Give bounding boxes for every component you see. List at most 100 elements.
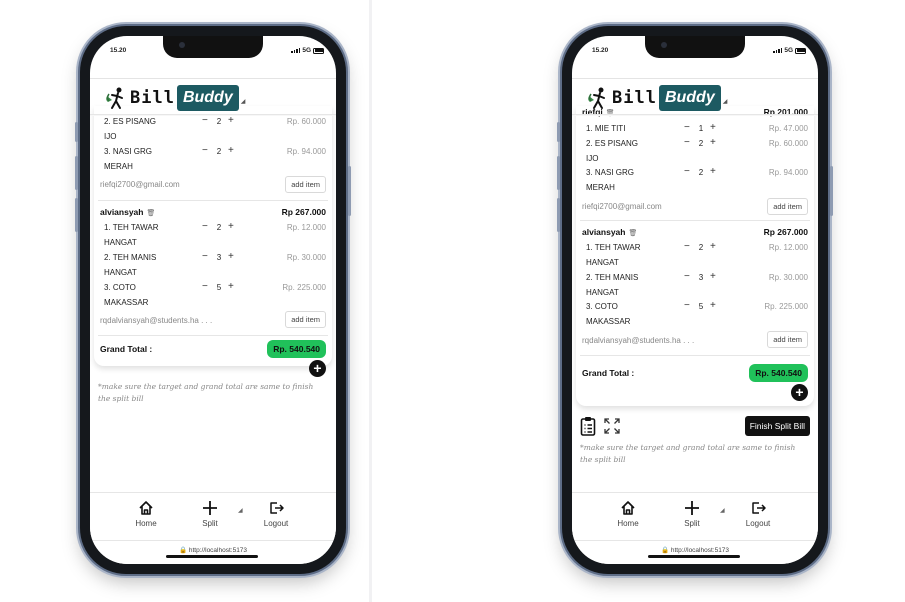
battery-icon: [795, 47, 806, 54]
finish-split-bill-button[interactable]: Finish Split Bill: [744, 416, 810, 436]
plus-icon[interactable]: +: [710, 240, 716, 254]
plus-icon[interactable]: +: [228, 250, 234, 264]
clipboard-icon[interactable]: [580, 416, 598, 436]
item-name: 1. TEH TAWAR HANGAT: [586, 243, 641, 267]
add-person-button[interactable]: +: [791, 384, 808, 401]
status-time: 15.20: [110, 47, 127, 54]
list-item: 2. TEH MANIS HANGAT − 3 + Rp. 30.000: [98, 250, 328, 280]
split-card: riefqi🗑 Rp 201.000 1. MIE TITI − 1 + Rp.…: [576, 106, 814, 406]
nav-logout-label: Logout: [745, 519, 771, 528]
phone-screen-right: 15.20 5G Bill Buddy ◢ riefqi🗑 Rp 201.000…: [572, 36, 818, 564]
nav-split-label: Split: [684, 519, 700, 528]
footer-note: *make sure the target and grand total ar…: [580, 443, 796, 464]
nav-home[interactable]: Home: [603, 500, 653, 528]
minus-icon[interactable]: −: [202, 144, 208, 158]
item-price: Rp. 12.000: [768, 243, 808, 252]
trash-icon[interactable]: 🗑: [146, 210, 155, 217]
nav-home[interactable]: Home: [121, 500, 171, 528]
url-text: http://localhost:5173: [188, 547, 248, 554]
add-person-button[interactable]: +: [309, 360, 326, 377]
signal-icon: [291, 48, 301, 53]
person-name: alviansyah: [100, 207, 144, 217]
app-logo[interactable]: Bill Buddy ◢: [104, 84, 245, 112]
logo-text-bill: Bill: [612, 88, 657, 108]
add-item-button[interactable]: add item: [767, 198, 808, 215]
nav-split-label: Split: [202, 519, 218, 528]
phone-frame-right: 15.20 5G Bill Buddy ◢ riefqi🗑 Rp 201.000…: [557, 26, 833, 574]
plus-icon[interactable]: +: [228, 280, 234, 294]
person-riefqi-partial: 2. ES PISANG IJO − 2 + Rp. 60.000 3. NAS…: [98, 106, 328, 206]
browser-url-bar[interactable]: 🔒 http://localhost:5173: [90, 540, 336, 564]
trash-icon[interactable]: 🗑: [628, 230, 637, 237]
panel-divider: [369, 0, 372, 602]
plus-icon[interactable]: +: [228, 144, 234, 158]
item-name: 3. NASI GRG MERAH: [104, 147, 153, 171]
item-price: Rp. 225.000: [764, 302, 808, 311]
plus-icon[interactable]: +: [228, 114, 234, 128]
expand-icon[interactable]: [604, 416, 622, 436]
minus-icon[interactable]: −: [684, 240, 690, 254]
item-qty: 5: [216, 283, 222, 292]
list-item: 3. NASI GRG MERAH − 2 + Rp. 94.000: [580, 165, 810, 195]
person-email: riefqi2700@gmail.com: [582, 202, 662, 211]
item-name: 3. NASI GRG MERAH: [586, 168, 635, 192]
notch: [645, 36, 745, 58]
logout-icon: [752, 502, 766, 514]
nav-logout[interactable]: Logout: [733, 500, 783, 528]
home-indicator[interactable]: [648, 555, 740, 558]
person-name: alviansyah: [582, 227, 626, 237]
add-item-button[interactable]: add item: [285, 311, 326, 328]
phone-screen-left: 15.20 5G Bill Buddy ◢ 2. ES PISANG IJO −…: [90, 36, 336, 564]
home-indicator[interactable]: [166, 555, 258, 558]
minus-icon[interactable]: −: [684, 299, 690, 313]
item-price: Rp. 60.000: [768, 139, 808, 148]
logo-mark-icon: [104, 86, 126, 110]
logo-tip-icon: ◢: [722, 98, 728, 105]
minus-icon[interactable]: −: [684, 121, 690, 135]
item-qty: 3: [698, 273, 704, 282]
minus-icon[interactable]: −: [684, 270, 690, 284]
plus-icon[interactable]: +: [710, 165, 716, 179]
app-logo[interactable]: Bill Buddy ◢: [586, 84, 727, 112]
add-item-button[interactable]: add item: [285, 176, 326, 193]
battery-icon: [313, 47, 324, 54]
nav-logout[interactable]: Logout: [251, 500, 301, 528]
logo-mark-icon: [586, 86, 608, 110]
plus-icon[interactable]: +: [710, 299, 716, 313]
person-total: Rp 267.000: [281, 207, 326, 217]
cursor-tip-icon: ◢: [720, 508, 725, 514]
list-item: 2. TEH MANIS HANGAT − 3 + Rp. 30.000: [580, 270, 810, 300]
home-icon: [139, 501, 153, 515]
lock-icon: 🔒: [660, 547, 670, 554]
minus-icon[interactable]: −: [202, 220, 208, 234]
item-qty: 2: [698, 139, 704, 148]
grand-total-label: Grand Total :: [100, 344, 153, 354]
grand-total-badge: Rp. 540.540: [749, 364, 808, 382]
add-item-button[interactable]: add item: [767, 331, 808, 348]
item-price: Rp. 60.000: [286, 117, 326, 126]
minus-icon[interactable]: −: [684, 136, 690, 150]
notch: [163, 36, 263, 58]
plus-icon[interactable]: +: [228, 220, 234, 234]
network-label: 5G: [784, 47, 793, 54]
plus-icon[interactable]: +: [710, 136, 716, 150]
minus-icon[interactable]: −: [202, 280, 208, 294]
nav-home-label: Home: [135, 519, 157, 528]
minus-icon[interactable]: −: [202, 114, 208, 128]
item-price: Rp. 94.000: [768, 168, 808, 177]
nav-split[interactable]: Split: [667, 500, 717, 528]
minus-icon[interactable]: −: [684, 165, 690, 179]
logo-tip-icon: ◢: [240, 98, 246, 105]
item-qty: 2: [698, 243, 704, 252]
plus-icon[interactable]: +: [710, 121, 716, 135]
split-card: 2. ES PISANG IJO − 2 + Rp. 60.000 3. NAS…: [94, 106, 332, 377]
list-item: 1. TEH TAWAR HANGAT − 2 + Rp. 12.000: [580, 240, 810, 270]
browser-url-bar[interactable]: 🔒 http://localhost:5173: [572, 540, 818, 564]
nav-split[interactable]: Split: [185, 500, 235, 528]
minus-icon[interactable]: −: [202, 250, 208, 264]
plus-icon[interactable]: +: [710, 270, 716, 284]
item-name: 3. COTO MAKASSAR: [104, 283, 149, 307]
item-name: 2. ES PISANG IJO: [104, 117, 157, 141]
cursor-tip-icon: ◢: [238, 508, 243, 514]
list-item: 3. NASI GRG MERAH − 2 + Rp. 94.000: [98, 144, 328, 174]
